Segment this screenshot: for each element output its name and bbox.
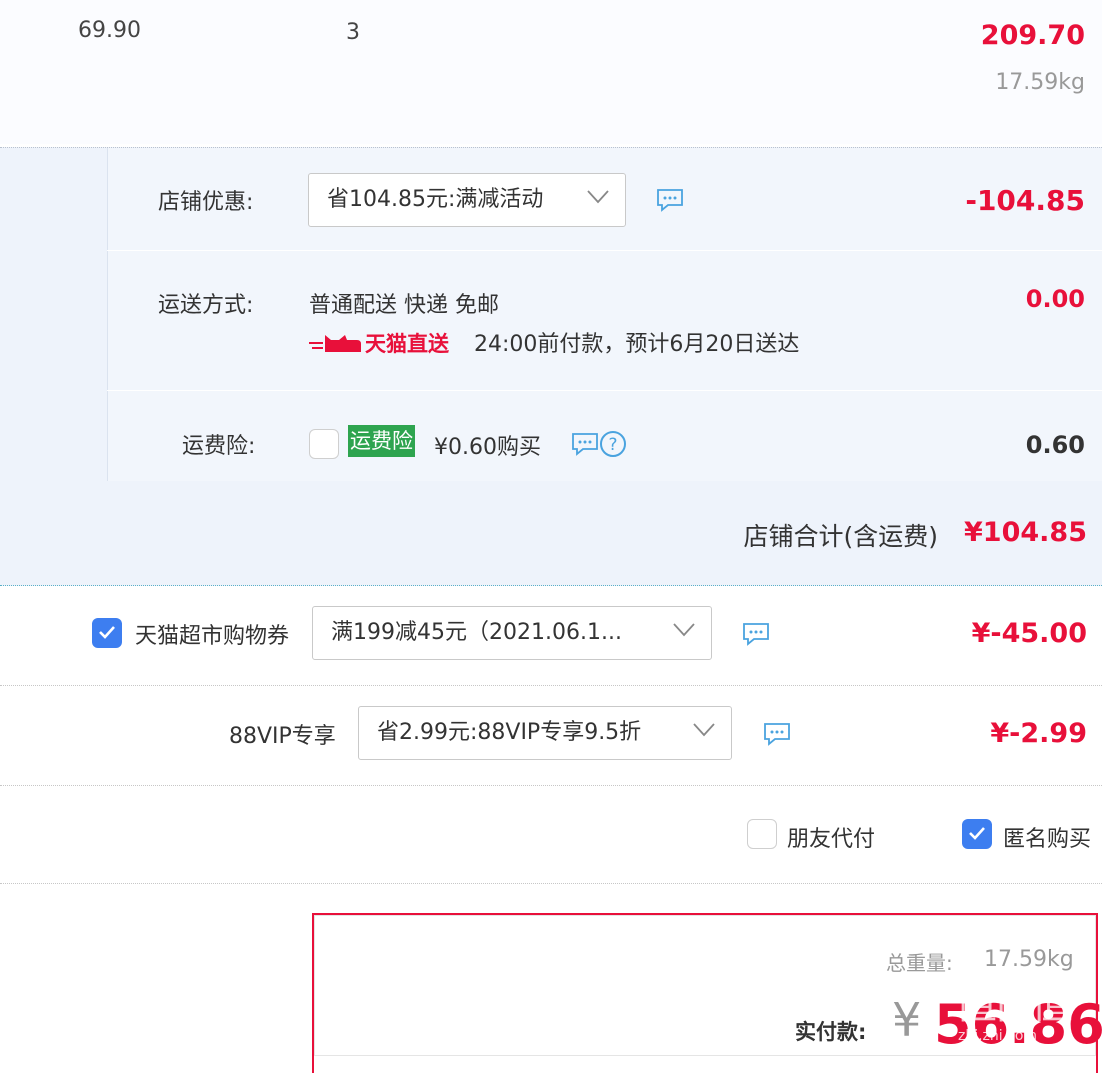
- chat-icon[interactable]: [571, 432, 599, 456]
- item-subtotal: 209.70: [980, 20, 1085, 51]
- separator: [107, 250, 1102, 251]
- divider: [0, 883, 1102, 884]
- coupon-select[interactable]: 满199减45元（2021.06.1...: [312, 606, 712, 660]
- chevron-down-icon: [673, 623, 695, 637]
- shipping-note: 24:00前付款，预计6月20日送达: [474, 332, 800, 357]
- shipping-method: 普通配送 快递 免邮: [309, 293, 499, 318]
- insurance-price: ¥0.60购买: [434, 435, 541, 460]
- check-icon: [99, 626, 115, 639]
- shipping-label: 运送方式:: [158, 293, 254, 318]
- friend-pay-checkbox[interactable]: [747, 819, 777, 849]
- insurance-amount: 0.60: [1025, 431, 1085, 459]
- friend-pay-label: 朋友代付: [787, 827, 876, 852]
- coupon-select-value: 满199减45元（2021.06.1...: [331, 620, 622, 645]
- quantity: 3: [346, 20, 360, 45]
- item-row: 69.90 3 209.70 17.59kg: [0, 0, 1102, 144]
- shipping-amount: 0.00: [1025, 285, 1085, 313]
- store-total-label: 店铺合计(含运费): [743, 522, 938, 551]
- item-weight: 17.59kg: [995, 70, 1085, 95]
- insurance-label: 运费险:: [182, 434, 256, 459]
- watermark-text: zhi.zhi.com: [958, 1028, 1038, 1044]
- vip-amount: ¥-2.99: [990, 718, 1087, 749]
- total-weight-value: 17.59kg: [984, 947, 1074, 972]
- store-discount-select-value: 省104.85元:满减活动: [327, 187, 544, 212]
- vip-label: 88VIP专享: [229, 724, 336, 749]
- insurance-tag: 运费险: [348, 425, 415, 457]
- watermark-logo: 值值值: [955, 979, 1073, 1028]
- store-discount-amount: -104.85: [965, 184, 1085, 217]
- help-question-icon[interactable]: ?: [599, 430, 627, 458]
- svg-text:?: ?: [608, 435, 617, 455]
- vip-select[interactable]: 省2.99元:88VIP专享9.5折: [358, 706, 732, 760]
- chat-icon[interactable]: [742, 622, 770, 646]
- store-summary: 店铺优惠: 省104.85元:满减活动 -104.85 运送方式: 普通配送 快…: [0, 147, 1102, 586]
- chevron-down-icon: [587, 190, 609, 204]
- tmall-cat-logo-icon: [309, 335, 361, 352]
- store-total-amount: ¥104.85: [964, 517, 1087, 548]
- tmall-direct-badge: 天猫直送: [365, 332, 449, 356]
- check-icon: [969, 827, 985, 840]
- chevron-down-icon: [693, 723, 715, 737]
- divider: [0, 785, 1102, 786]
- store-discount-select[interactable]: 省104.85元:满减活动: [308, 173, 626, 227]
- store-discount-label: 店铺优惠:: [158, 190, 254, 215]
- total-weight-label: 总重量:: [886, 951, 953, 975]
- coupon-checkbox[interactable]: [92, 618, 122, 648]
- separator: [107, 390, 1102, 391]
- currency-symbol: ¥: [892, 993, 922, 1047]
- chat-icon[interactable]: [763, 722, 791, 746]
- divider: [0, 685, 1102, 686]
- anonymous-checkbox[interactable]: [962, 819, 992, 849]
- vip-select-value: 省2.99元:88VIP专享9.5折: [377, 720, 642, 745]
- coupon-label: 天猫超市购物券: [135, 624, 290, 649]
- pay-label: 实付款:: [795, 1020, 867, 1044]
- insurance-checkbox[interactable]: [309, 429, 339, 459]
- unit-price: 69.90: [78, 18, 141, 43]
- coupon-amount: ¥-45.00: [971, 618, 1087, 649]
- anonymous-label: 匿名购买: [1003, 827, 1092, 852]
- chat-icon[interactable]: [656, 188, 684, 212]
